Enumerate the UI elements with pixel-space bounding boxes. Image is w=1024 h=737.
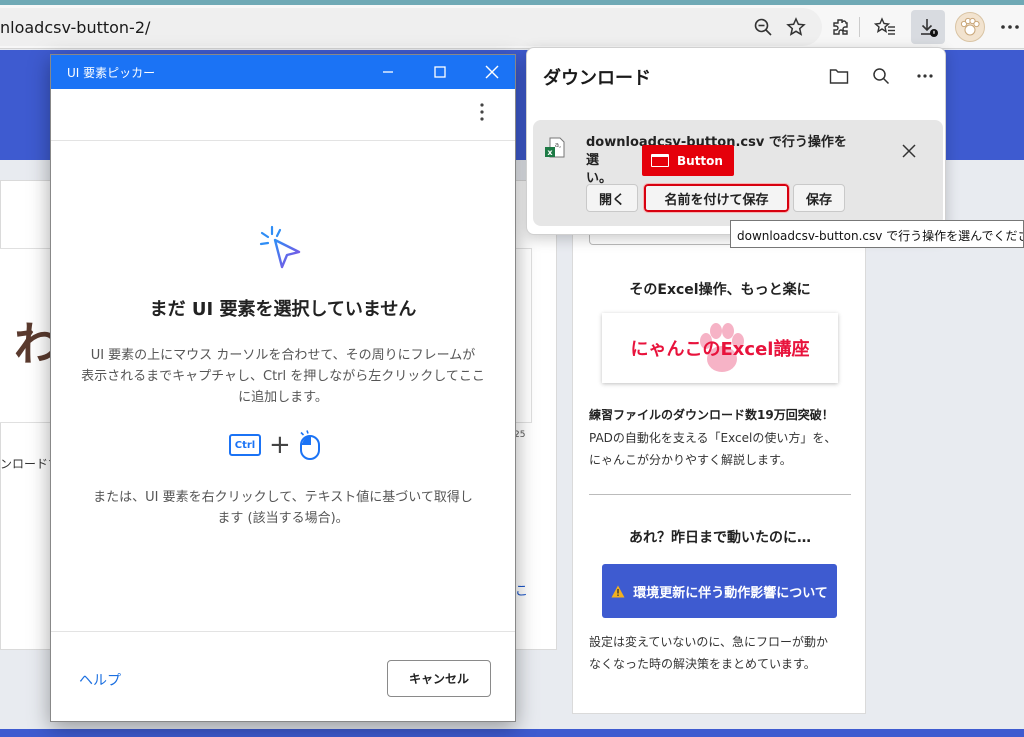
ui-element-type-label: Button xyxy=(677,153,723,168)
sidebar-desc2-line2: なくなった時の解決策をまとめています。 xyxy=(589,657,816,671)
ctrl-key-icon: Ctrl xyxy=(229,434,261,456)
excel-file-icon: x a, xyxy=(545,137,565,158)
picker-toolbar xyxy=(51,89,515,141)
save-as-button[interactable]: 名前を付けて保存 xyxy=(643,183,790,213)
profile-avatar-icon[interactable] xyxy=(955,12,985,42)
warning-icon xyxy=(611,585,625,597)
search-icon xyxy=(873,68,890,85)
picker-right-click-line1: または、UI 要素を右クリックして、テキスト値に基づいて取得し xyxy=(93,490,473,505)
picker-instructions-line3: に追加します。 xyxy=(238,390,328,405)
downloads-title: ダウンロード xyxy=(543,68,651,89)
search-downloads-button[interactable] xyxy=(867,62,895,90)
picker-instructions-line1: UI 要素の上にマウス カーソルを合わせて、その周りにフレームが xyxy=(90,348,476,363)
downloads-more-button[interactable] xyxy=(911,62,939,90)
more-icon xyxy=(917,74,933,78)
environment-update-button-label: 環境更新に伴う動作影響について xyxy=(633,585,828,601)
excel-course-banner[interactable]: にゃんこのExcel講座 xyxy=(602,313,838,383)
svg-text:x: x xyxy=(547,148,553,157)
open-folder-button[interactable] xyxy=(825,62,853,90)
maximize-icon xyxy=(434,66,446,78)
sidebar-heading-issue: あれ？昨日まで動いたのに… xyxy=(629,530,811,546)
close-icon xyxy=(902,144,916,158)
mouse-left-click-icon xyxy=(299,430,320,460)
download-item: x a, downloadcsv-button.csv で行う操作を選 い。 開… xyxy=(533,120,943,226)
ctrl-click-hint: Ctrl + xyxy=(229,429,339,461)
plus-sign: + xyxy=(269,430,291,460)
minimize-icon xyxy=(383,71,393,73)
sidebar-desc-line2: にゃんこが分かりやすく解説します。 xyxy=(589,453,792,467)
favorite-star-icon[interactable] xyxy=(781,12,811,42)
browser-toolbar: nloadcsv-button-2/ xyxy=(0,5,1024,49)
picker-right-click-line2: ます (該当する場合)。 xyxy=(217,511,349,526)
zoom-out-icon[interactable] xyxy=(748,12,778,42)
picker-instructions: UI 要素の上にマウス カーソルを合わせて、その周りにフレームが 表示されるまで… xyxy=(81,345,485,408)
download-dismiss-button[interactable] xyxy=(901,140,917,164)
picker-more-options-button[interactable] xyxy=(479,101,485,129)
cancel-button[interactable]: キャンセル xyxy=(387,660,491,697)
download-tooltip: downloadcsv-button.csv で行う操作を選んでください。 xyxy=(730,220,1024,248)
maximize-button[interactable] xyxy=(417,57,463,87)
environment-update-button[interactable]: 環境更新に伴う動作影響について xyxy=(602,564,837,618)
more-icon[interactable] xyxy=(995,12,1024,42)
picker-footer: ヘルプ キャンセル xyxy=(51,631,515,721)
toolbar-separator xyxy=(859,17,860,37)
article-link-fragment[interactable]: こ xyxy=(515,580,528,599)
extensions-icon[interactable] xyxy=(825,12,855,42)
page-sidebar: そのExcel操作、もっと楽に にゃんこのExcel講座 練習ファイルのダウンロ… xyxy=(572,232,866,714)
close-button[interactable] xyxy=(469,57,515,87)
picker-title: UI 要素ピッカー xyxy=(67,66,156,80)
favorites-list-icon[interactable] xyxy=(870,12,900,42)
address-text: nloadcsv-button-2/ xyxy=(0,18,151,37)
picker-right-click-instructions: または、UI 要素を右クリックして、テキスト値に基づいて取得し ます (該当する… xyxy=(81,487,485,529)
save-button[interactable]: 保存 xyxy=(793,184,845,212)
ui-element-type-tag: Button xyxy=(642,145,734,176)
picker-empty-heading: まだ UI 要素を選択していません xyxy=(149,299,417,320)
sidebar-divider xyxy=(589,494,851,495)
picker-instructions-line2: 表示されるまでキャプチャし、Ctrl を押しながら左クリックしてここ xyxy=(81,369,485,384)
picker-title-bar[interactable]: UI 要素ピッカー xyxy=(51,55,515,89)
close-icon xyxy=(485,65,499,79)
ui-element-picker-window: UI 要素ピッカー まだ UI 要素を選択していません UI 要素の上にマウス … xyxy=(50,54,516,722)
window-element-icon xyxy=(651,154,669,167)
download-icon[interactable] xyxy=(911,10,945,44)
sidebar-heading-excel: そのExcel操作、もっと楽に xyxy=(629,282,811,298)
excel-course-banner-text: にゃんこのExcel講座 xyxy=(630,339,810,360)
page-footer-bar xyxy=(0,729,1024,737)
downloads-panel: ダウンロード x a, downloadcsv-button.csv で行う操作… xyxy=(526,47,946,235)
cursor-click-icon xyxy=(259,225,301,269)
download-count-text: 練習ファイルのダウンロード数19万回突破！ xyxy=(589,408,834,422)
open-file-button[interactable]: 開く xyxy=(586,184,638,212)
sidebar-desc-line1: PADの自動化を支える「Excelの使い方」を、 xyxy=(589,431,837,445)
more-vertical-icon xyxy=(480,103,484,121)
minimize-button[interactable] xyxy=(365,57,411,87)
sidebar-desc2-line1: 設定は変えていないのに、急にフローが動か xyxy=(589,635,829,649)
help-link[interactable]: ヘルプ xyxy=(79,670,121,690)
folder-icon xyxy=(829,69,849,84)
address-bar[interactable]: nloadcsv-button-2/ xyxy=(0,8,822,46)
svg-text:a,: a, xyxy=(555,141,562,149)
